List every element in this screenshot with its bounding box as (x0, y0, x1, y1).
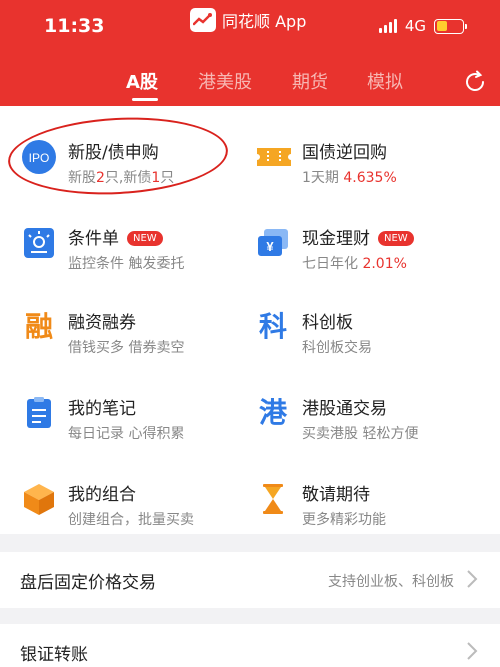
feature-reverse-repo[interactable]: 国债逆回购 1天期 4.635% (256, 138, 496, 208)
status-time: 11:33 (44, 15, 105, 37)
feature-cash-management[interactable]: ¥ 现金理财 NEW 七日年化 2.01% (256, 224, 496, 294)
feature-my-portfolio[interactable]: 我的组合 创建组合，批量买卖 (22, 480, 262, 550)
ipo-title: 新股/债申购 (68, 143, 159, 163)
repo-title: 国债逆回购 (302, 143, 387, 163)
bulb-monitor-icon (22, 226, 56, 260)
bank-transfer-label: 银证转账 (20, 645, 88, 665)
portfolio-title: 我的组合 (68, 485, 136, 505)
app-indicator[interactable]: 同花顺 App (190, 8, 306, 32)
coming-subtitle: 更多精彩功能 (302, 512, 386, 528)
ipo-icon: IPO (22, 140, 56, 174)
cube-icon (22, 482, 56, 516)
tab-hk-us[interactable]: 港美股 (198, 68, 252, 94)
after-hours-label: 盘后固定价格交易 (20, 573, 156, 593)
margin-glyph-icon: 融 (24, 310, 53, 343)
after-hours-hint: 支持创业板、科创板 (328, 574, 454, 590)
feature-margin-trading[interactable]: 融 融资融券 借钱买多 借券卖空 (22, 308, 262, 378)
app-header: 11:33 同花顺 App 4G A股 港美股 期货 模拟 (0, 0, 500, 106)
app-name: 同花顺 App (222, 12, 307, 31)
signal-icon (378, 19, 397, 33)
refresh-icon[interactable] (463, 70, 487, 94)
condition-subtitle: 监控条件 触发委托 (68, 256, 185, 272)
star-subtitle: 科创板交易 (302, 340, 372, 356)
network-type: 4G (404, 17, 426, 35)
portfolio-subtitle: 创建组合，批量买卖 (68, 512, 194, 528)
status-indicators: 4G (378, 17, 467, 35)
svg-text:IPO: IPO (29, 151, 50, 165)
tab-a-shares[interactable]: A股 (126, 68, 158, 94)
market-tabs: A股 港美股 期货 模拟 (0, 62, 500, 102)
star-title: 科创板 (302, 313, 353, 333)
chevron-right-icon (467, 570, 478, 588)
condition-title: 条件单 NEW (68, 224, 163, 249)
tab-simulation[interactable]: 模拟 (367, 68, 403, 94)
active-tab-indicator (132, 98, 158, 101)
ipo-subtitle: 新股2只,新债1只 (68, 170, 175, 186)
ticket-icon (256, 140, 291, 174)
feature-ipo-subscription[interactable]: IPO 新股/债申购 新股2只,新债1只 (22, 138, 262, 208)
cash-title: 现金理财 NEW (302, 224, 414, 249)
battery-icon (434, 18, 467, 34)
new-badge: NEW (378, 231, 414, 246)
notes-title: 我的笔记 (68, 399, 136, 419)
feature-hk-connect[interactable]: 港 港股通交易 买卖港股 轻松方便 (256, 394, 496, 464)
chevron-right-icon (467, 642, 478, 660)
hk-subtitle: 买卖港股 轻松方便 (302, 426, 419, 442)
feature-coming-soon[interactable]: 敬请期待 更多精彩功能 (256, 480, 496, 550)
feature-star-market[interactable]: 科 科创板 科创板交易 (256, 308, 496, 378)
hk-title: 港股通交易 (302, 399, 387, 419)
new-badge: NEW (127, 231, 163, 246)
row-bank-transfer[interactable]: 银证转账 (0, 624, 500, 667)
coming-title: 敬请期待 (302, 485, 370, 505)
app-logo-icon (190, 8, 216, 32)
feature-condition-order[interactable]: 条件单 NEW 监控条件 触发委托 (22, 224, 262, 294)
notebook-icon (22, 396, 56, 430)
feature-my-notes[interactable]: 我的笔记 每日记录 心得积累 (22, 394, 262, 464)
svg-text:¥: ¥ (266, 239, 274, 254)
hk-glyph-icon: 港 (258, 396, 287, 429)
hourglass-icon (256, 482, 290, 516)
margin-subtitle: 借钱买多 借券卖空 (68, 340, 185, 356)
notes-subtitle: 每日记录 心得积累 (68, 426, 185, 442)
cash-subtitle: 七日年化 2.01% (302, 256, 407, 272)
margin-title: 融资融券 (68, 313, 136, 333)
tab-futures[interactable]: 期货 (292, 68, 328, 94)
feature-grid: IPO 新股/债申购 新股2只,新债1只 国债逆回购 1天期 4.635% 条件… (0, 106, 500, 534)
star-market-glyph-icon: 科 (258, 310, 287, 343)
repo-subtitle: 1天期 4.635% (302, 170, 397, 186)
cash-cards-icon: ¥ (256, 226, 290, 260)
row-after-hours-trading[interactable]: 盘后固定价格交易 支持创业板、科创板 (0, 552, 500, 608)
